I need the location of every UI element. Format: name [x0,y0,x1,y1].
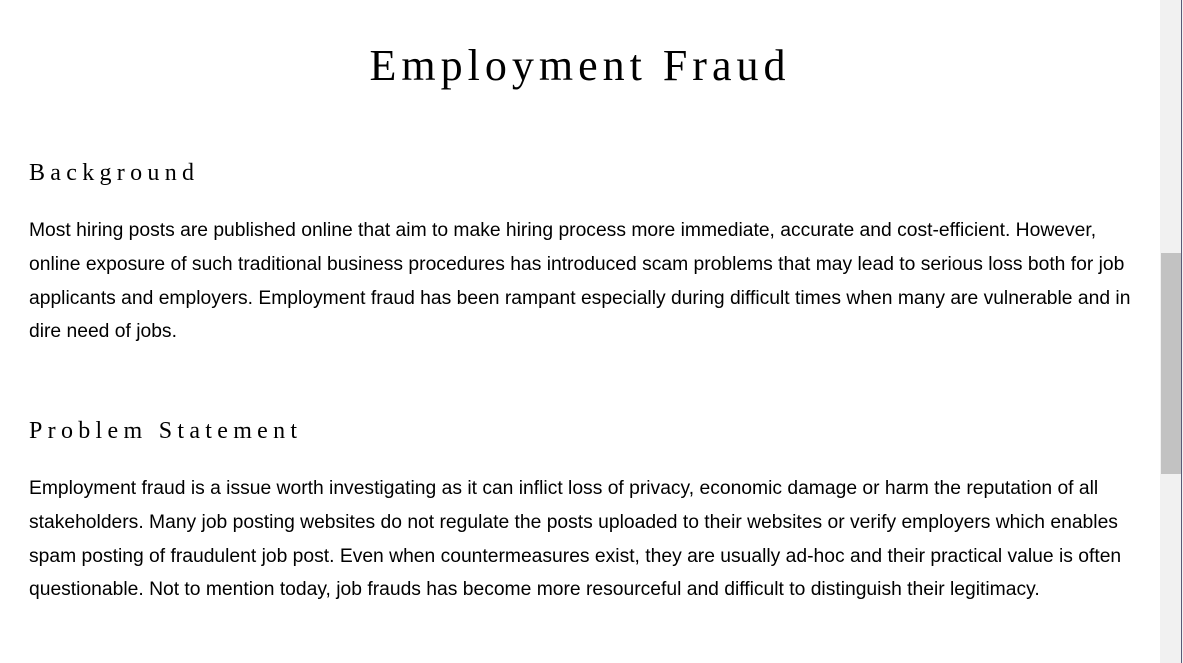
paragraph-background: Most hiring posts are published online t… [29,220,1131,343]
document-page: Employment Fraud Background Most hiring … [0,0,1160,663]
window-edge-divider [1181,0,1182,663]
section-heading-problem-statement: Problem Statement [29,418,303,444]
document-title: Employment Fraud [369,41,791,90]
section-heading-background: Background [29,160,200,186]
paragraph-problem-statement: Employment fraud is a issue worth invest… [29,478,1122,601]
scrollbar-thumb[interactable] [1161,253,1181,474]
vertical-scrollbar[interactable] [1160,0,1183,663]
